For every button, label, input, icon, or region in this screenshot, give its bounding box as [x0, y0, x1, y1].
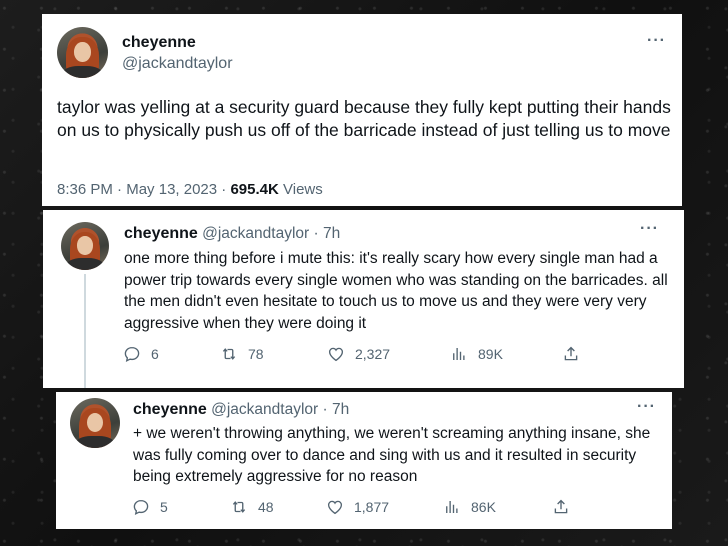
reply-button[interactable]: 6: [123, 344, 159, 364]
avatar[interactable]: [57, 27, 108, 78]
heart-icon: [328, 347, 344, 362]
tweet-meta: 8:36 PM · May 13, 2023 · 695.4K Views: [57, 181, 323, 198]
reply-count: 5: [160, 499, 168, 515]
user-handle[interactable]: @jackandtaylor: [122, 55, 233, 73]
more-options-icon[interactable]: ···: [647, 33, 666, 49]
views-count: 89K: [478, 346, 503, 362]
share-icon: [564, 346, 578, 361]
display-name[interactable]: cheyenne: [122, 34, 196, 52]
reply-tweet-card[interactable]: cheyenne @jackandtaylor · 7h ··· + we we…: [56, 392, 672, 529]
views-button[interactable]: 86K: [443, 497, 496, 517]
retweet-icon: [222, 348, 236, 360]
retweet-button[interactable]: 48: [230, 497, 274, 517]
like-count: 2,327: [355, 346, 391, 362]
reply-icon: [133, 499, 149, 515]
like-button[interactable]: 1,877: [326, 497, 389, 517]
tweet-text: one more thing before i mute this: it's …: [124, 250, 668, 332]
views-count: 695.4K: [230, 181, 279, 198]
share-icon: [554, 499, 568, 514]
display-name[interactable]: cheyenne: [124, 225, 198, 242]
retweet-icon: [232, 501, 246, 513]
views-chart-icon: [453, 348, 465, 360]
reply-button[interactable]: 5: [132, 497, 168, 517]
tweet-time[interactable]: 7h: [323, 225, 340, 242]
views-count: 86K: [471, 499, 496, 515]
retweet-button[interactable]: 78: [220, 344, 264, 364]
thread-line: [84, 274, 86, 388]
tweet-text: taylor was yelling at a security guard b…: [57, 97, 671, 140]
tweet-time[interactable]: 8:36 PM: [57, 181, 113, 198]
retweet-count: 48: [258, 499, 274, 515]
views-button[interactable]: 89K: [450, 344, 503, 364]
reply-count: 6: [151, 346, 159, 362]
views-chart-icon: [446, 501, 458, 513]
more-options-icon[interactable]: ···: [640, 221, 659, 237]
reply-tweet-card[interactable]: cheyenne @jackandtaylor · 7h ··· one mor…: [43, 210, 684, 388]
avatar[interactable]: [70, 398, 120, 448]
heart-icon: [327, 500, 343, 515]
reply-header: cheyenne @jackandtaylor · 7h: [124, 225, 340, 243]
action-bar: 6 78 2,327 89K: [123, 344, 593, 364]
views-label: Views: [283, 181, 323, 198]
meta-separator: ·: [117, 181, 123, 198]
main-tweet-card[interactable]: cheyenne @jackandtaylor ··· taylor was y…: [42, 14, 682, 206]
share-button[interactable]: [552, 497, 570, 517]
display-name[interactable]: cheyenne: [133, 401, 207, 418]
like-count: 1,877: [354, 499, 390, 515]
share-button[interactable]: [562, 344, 580, 364]
reply-icon: [124, 346, 140, 362]
header-separator: ·: [313, 225, 319, 242]
avatar[interactable]: [61, 222, 109, 270]
like-button[interactable]: 2,327: [327, 344, 390, 364]
action-bar: 5 48 1,877 86K: [132, 497, 582, 517]
tweet-time[interactable]: 7h: [332, 401, 349, 418]
tweet-date[interactable]: May 13, 2023: [126, 181, 217, 198]
header-separator: ·: [322, 401, 328, 418]
tweet-text: + we weren't throwing anything, we weren…: [133, 425, 651, 485]
meta-separator: ·: [221, 181, 227, 198]
retweet-count: 78: [248, 346, 264, 362]
user-handle[interactable]: @jackandtaylor: [211, 401, 318, 418]
user-handle[interactable]: @jackandtaylor: [202, 225, 309, 242]
more-options-icon[interactable]: ···: [637, 399, 656, 415]
reply-header: cheyenne @jackandtaylor · 7h: [133, 401, 349, 419]
